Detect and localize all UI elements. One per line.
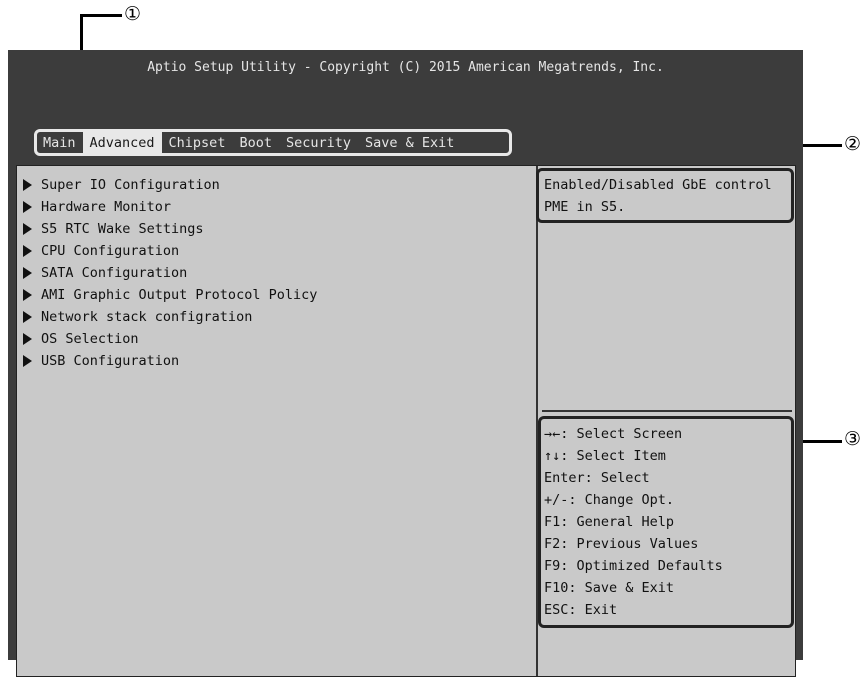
tab-boot[interactable]: Boot xyxy=(232,132,279,154)
tab-main[interactable]: Main xyxy=(36,132,83,154)
submenu-arrow-icon xyxy=(23,355,32,367)
menu-item-s5-rtc-wake[interactable]: S5 RTC Wake Settings xyxy=(23,218,317,240)
menu-item-label: AMI Graphic Output Protocol Policy xyxy=(41,287,318,303)
menu-item-usb-config[interactable]: USB Configuration xyxy=(23,350,317,372)
tab-save-exit[interactable]: Save & Exit xyxy=(358,132,461,154)
submenu-arrow-icon xyxy=(23,223,32,235)
menu-item-label: USB Configuration xyxy=(41,353,180,369)
menu-item-network-stack[interactable]: Network stack configration xyxy=(23,306,317,328)
menu-item-label: SATA Configuration xyxy=(41,265,188,281)
bios-setup-window: Aptio Setup Utility - Copyright (C) 2015… xyxy=(8,50,803,677)
menu-item-hardware-monitor[interactable]: Hardware Monitor xyxy=(23,196,317,218)
submenu-arrow-icon xyxy=(23,201,32,213)
menu-item-label: CPU Configuration xyxy=(41,243,180,259)
menu-item-label: S5 RTC Wake Settings xyxy=(41,221,204,237)
menu-item-label: Network stack configration xyxy=(41,309,253,325)
callout-1-label: ① xyxy=(124,3,142,25)
menu-item-label: Super IO Configuration xyxy=(41,177,220,193)
menu-item-super-io[interactable]: Super IO Configuration xyxy=(23,174,317,196)
submenu-arrow-icon xyxy=(23,289,32,301)
window-title: Aptio Setup Utility - Copyright (C) 2015… xyxy=(147,60,664,75)
callout-2-label: ② xyxy=(844,133,862,155)
tab-security[interactable]: Security xyxy=(279,132,358,154)
menu-item-label: Hardware Monitor xyxy=(41,199,172,215)
callout-1-line-h xyxy=(80,14,122,17)
content-panel: Super IO Configuration Hardware Monitor … xyxy=(16,165,796,677)
submenu-arrow-icon xyxy=(23,311,32,323)
tab-bar: Main Advanced Chipset Boot Security Save… xyxy=(36,132,461,154)
advanced-menu-list: Super IO Configuration Hardware Monitor … xyxy=(23,174,317,372)
menu-item-ami-gop-policy[interactable]: AMI Graphic Output Protocol Policy xyxy=(23,284,317,306)
menu-item-sata-config[interactable]: SATA Configuration xyxy=(23,262,317,284)
menu-item-cpu-config[interactable]: CPU Configuration xyxy=(23,240,317,262)
tab-chipset[interactable]: Chipset xyxy=(162,132,233,154)
submenu-arrow-icon xyxy=(23,267,32,279)
submenu-arrow-icon xyxy=(23,333,32,345)
help-separator xyxy=(542,410,792,412)
submenu-arrow-icon xyxy=(23,179,32,191)
menu-item-label: OS Selection xyxy=(41,331,139,347)
submenu-arrow-icon xyxy=(23,245,32,257)
tab-advanced[interactable]: Advanced xyxy=(82,132,162,154)
keys-callout-box xyxy=(538,416,794,628)
help-callout-box xyxy=(536,168,794,223)
callout-3-label: ③ xyxy=(844,428,862,450)
menu-item-os-selection[interactable]: OS Selection xyxy=(23,328,317,350)
